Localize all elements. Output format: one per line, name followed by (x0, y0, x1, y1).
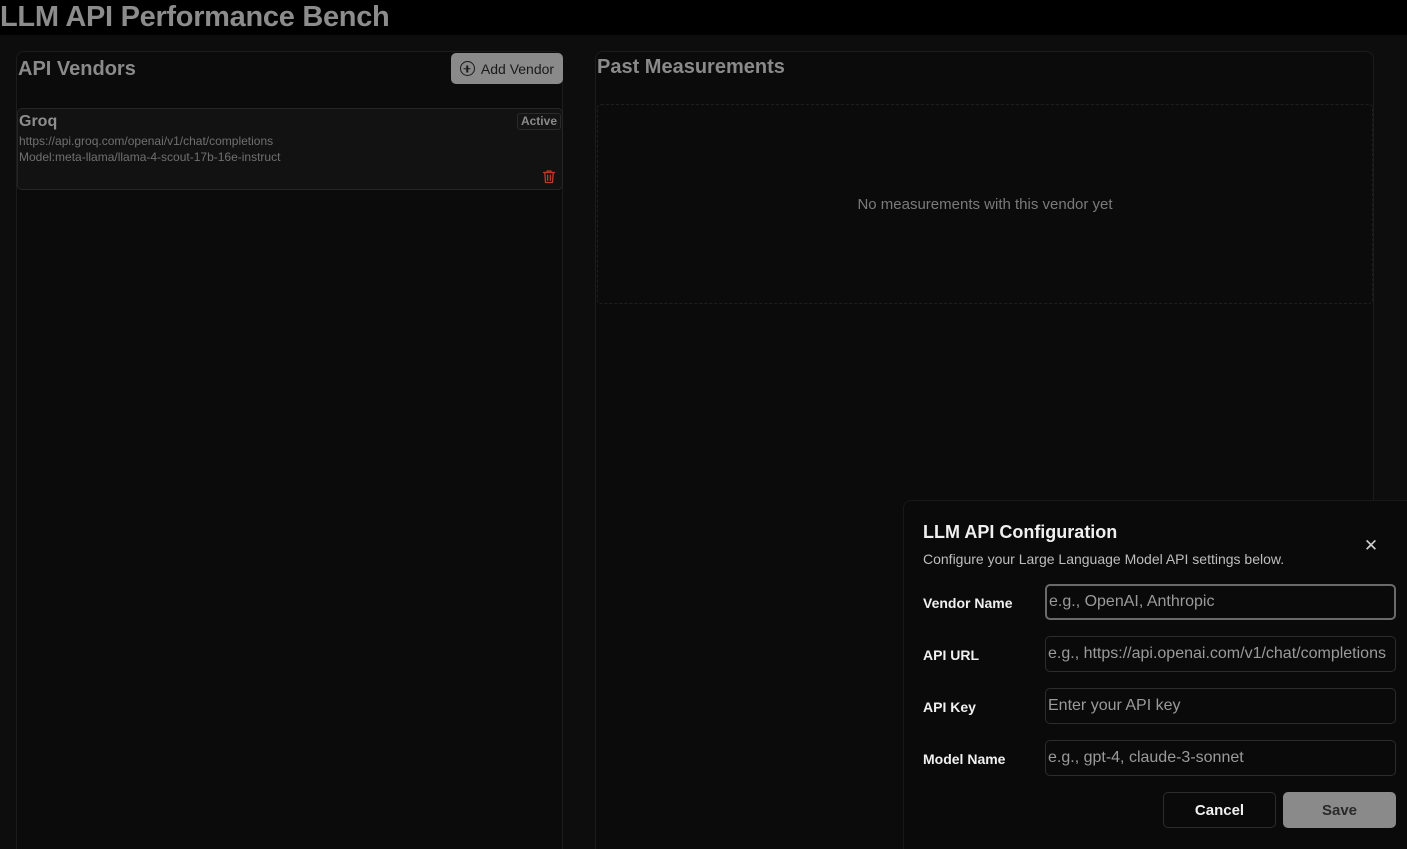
app-header: LLM API Performance Bench (0, 0, 1407, 35)
empty-state-text: No measurements with this vendor yet (857, 195, 1113, 213)
vendors-title: API Vendors (18, 58, 136, 80)
page-title: LLM API Performance Bench (0, 1, 390, 33)
api-key-input[interactable] (1045, 688, 1396, 724)
api-url-label: API URL (923, 647, 979, 663)
model-name-input[interactable] (1045, 740, 1396, 776)
vendor-name: Groq (19, 113, 58, 130)
save-button[interactable]: Save (1283, 792, 1396, 828)
add-vendor-button[interactable]: Add Vendor (451, 53, 563, 84)
dialog-title: LLM API Configuration (923, 522, 1118, 542)
model-name-label: Model Name (923, 751, 1006, 767)
cancel-button[interactable]: Cancel (1163, 792, 1276, 828)
vendor-url: https://api.groq.com/openai/v1/chat/comp… (19, 134, 274, 148)
vendor-card[interactable]: Groq https://api.groq.com/openai/v1/chat… (17, 108, 563, 190)
app-root: LLM API Performance Bench API Vendors Ad… (0, 0, 1407, 849)
vendor-name-label: Vendor Name (923, 595, 1013, 611)
status-badge: Active (516, 113, 561, 130)
trash-icon[interactable] (542, 169, 556, 189)
add-vendor-label: Add Vendor (480, 60, 555, 77)
plus-circle-icon (459, 61, 475, 76)
vendors-panel: API Vendors Add Vendor Groq https://api.… (16, 51, 563, 849)
measurements-title: Past Measurements (597, 56, 785, 78)
close-icon[interactable]: ✕ (1362, 537, 1380, 555)
empty-state: No measurements with this vendor yet (597, 104, 1373, 304)
api-key-label: API Key (923, 699, 976, 715)
vendor-model: Model:meta-llama/llama-4-scout-17b-16e-i… (19, 150, 281, 164)
api-url-input[interactable] (1045, 636, 1396, 672)
vendor-name-input[interactable] (1045, 584, 1396, 620)
config-dialog: LLM API Configuration Configure your Lar… (903, 500, 1407, 849)
dialog-description: Configure your Large Language Model API … (923, 551, 1285, 567)
